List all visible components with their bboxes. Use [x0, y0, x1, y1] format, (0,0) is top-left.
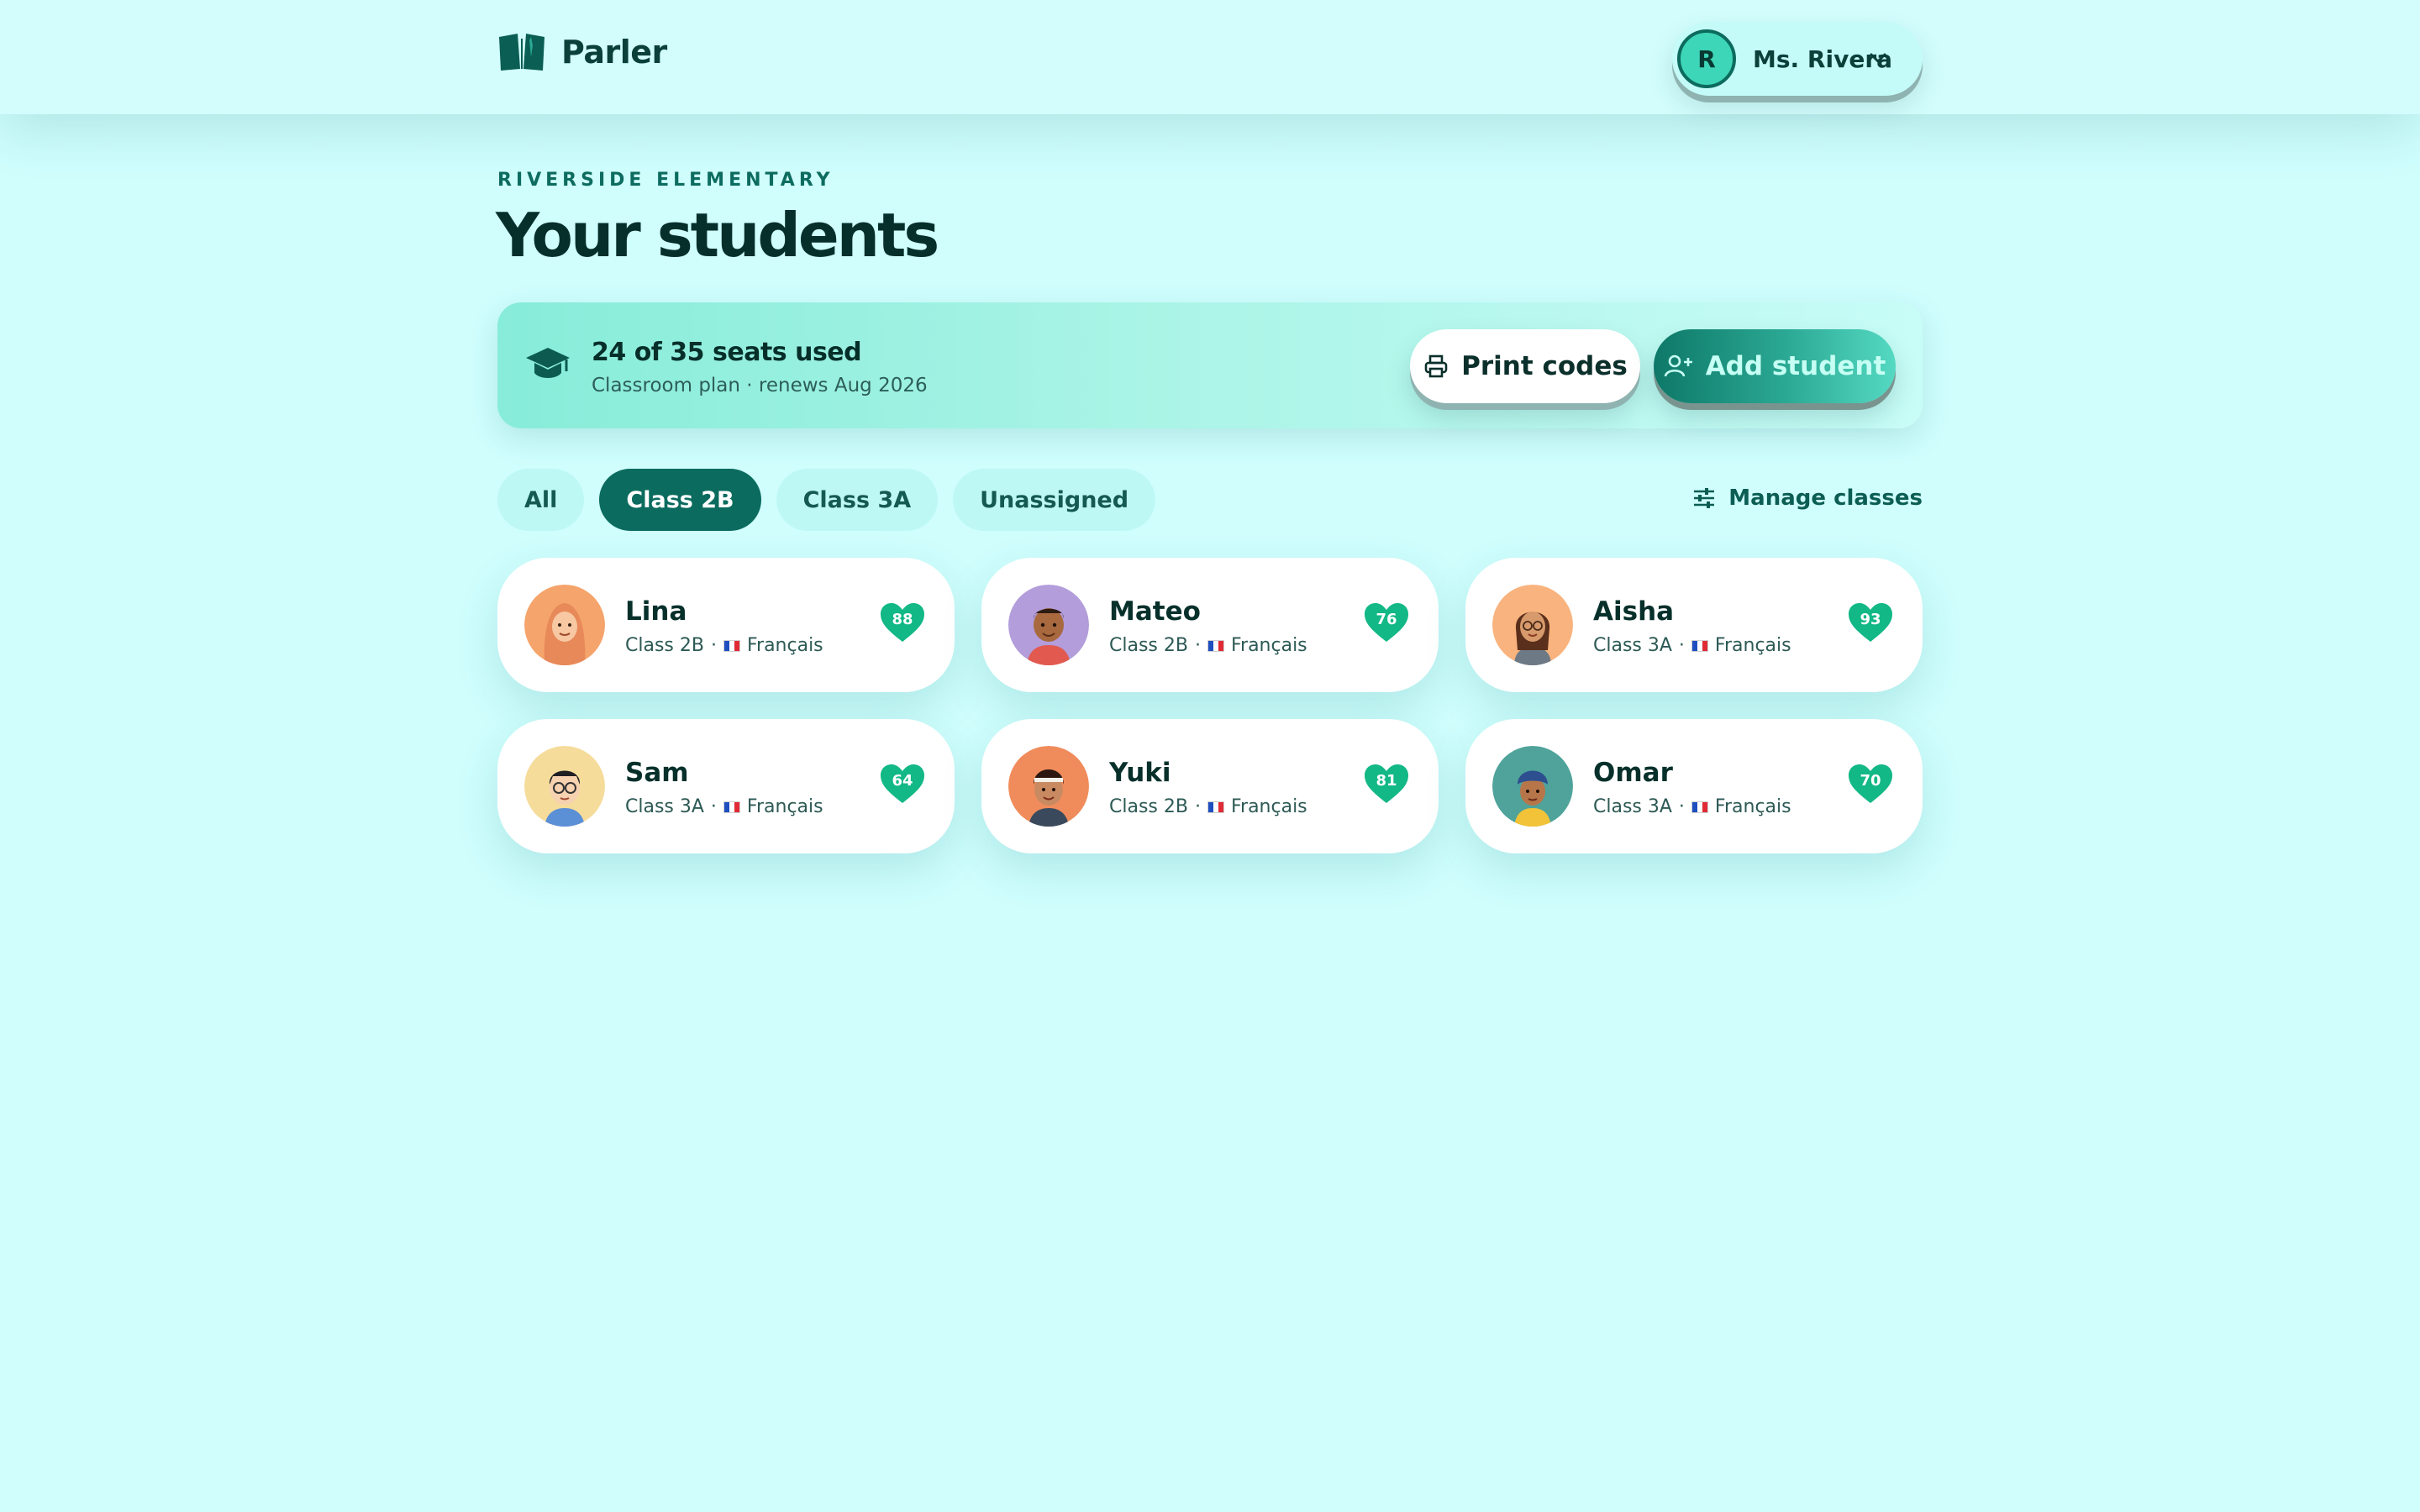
user-menu-button[interactable]: R Ms. Rivera [1672, 22, 1923, 96]
add-student-label: Add student [1705, 351, 1886, 381]
student-avatar [1492, 746, 1573, 827]
student-language: Français [746, 635, 823, 656]
score-heart-icon: 88 [879, 600, 926, 647]
student-score: 76 [1376, 611, 1397, 628]
page-title: Your students [496, 200, 939, 270]
student-name: Yuki [1109, 758, 1171, 788]
student-language: Français [1230, 635, 1307, 656]
student-class: Class 2B [1109, 796, 1188, 817]
brand[interactable]: Parler [497, 32, 667, 72]
student-avatar [1008, 746, 1089, 827]
student-name: Mateo [1109, 596, 1201, 627]
chevron-down-icon [1870, 53, 1886, 63]
sliders-icon [1694, 488, 1715, 508]
school-name: RIVERSIDE ELEMENTARY [497, 170, 834, 191]
student-language: Français [746, 796, 823, 817]
tab-unassigned[interactable]: Unassigned [953, 469, 1156, 531]
print-codes-button[interactable]: Print codes [1410, 329, 1640, 403]
student-meta: Class 2B · Français [625, 635, 823, 656]
student-avatar [524, 585, 605, 665]
student-avatar [1008, 585, 1089, 665]
tab-class-3a[interactable]: Class 3A [776, 469, 939, 531]
print-codes-label: Print codes [1461, 351, 1628, 381]
french-flag-icon [1691, 801, 1708, 813]
graduation-cap-icon [526, 348, 570, 378]
score-heart-icon: 76 [1363, 600, 1410, 647]
student-score: 70 [1860, 772, 1881, 790]
student-meta: Class 3A · Français [1593, 635, 1791, 656]
french-flag-icon [1691, 639, 1708, 652]
score-heart-icon: 93 [1847, 600, 1894, 647]
student-score: 93 [1860, 611, 1881, 628]
student-name: Omar [1593, 758, 1673, 788]
student-card[interactable]: Omar Class 3A · Français 70 [1465, 719, 1923, 853]
tab-class-2b[interactable]: Class 2B [599, 469, 761, 531]
student-card[interactable]: Aisha Class 3A · Français 93 [1465, 558, 1923, 692]
student-class: Class 2B [1109, 635, 1188, 656]
student-card[interactable]: Yuki Class 2B · Français 81 [981, 719, 1439, 853]
student-name: Lina [625, 596, 687, 627]
student-language: Français [1714, 796, 1791, 817]
score-heart-icon: 81 [1363, 761, 1410, 808]
student-language: Français [1230, 796, 1307, 817]
top-bar: Parler R Ms. Rivera [0, 0, 2420, 114]
student-name: Aisha [1593, 596, 1675, 627]
printer-icon [1424, 354, 1448, 378]
french-flag-icon [723, 801, 740, 813]
french-flag-icon [1207, 639, 1224, 652]
student-class: Class 2B [625, 635, 704, 656]
manage-classes-button[interactable]: Manage classes [1691, 486, 1923, 511]
student-class: Class 3A [625, 796, 704, 817]
student-meta: Class 2B · Français [1109, 796, 1307, 817]
student-card[interactable]: Lina Class 2B · Français 88 [497, 558, 955, 692]
manage-classes-label: Manage classes [1728, 486, 1923, 511]
tab-all[interactable]: All [497, 469, 585, 531]
student-avatar [524, 746, 605, 827]
student-class: Class 3A [1593, 635, 1672, 656]
score-heart-icon: 64 [879, 761, 926, 808]
add-user-icon [1664, 354, 1692, 377]
student-meta: Class 2B · Français [1109, 635, 1307, 656]
french-flag-icon [1207, 801, 1224, 813]
student-score: 81 [1376, 772, 1397, 790]
student-card[interactable]: Mateo Class 2B · Français 76 [981, 558, 1439, 692]
student-score: 64 [892, 772, 913, 790]
user-avatar: R [1677, 29, 1736, 88]
student-meta: Class 3A · Français [1593, 796, 1791, 817]
brand-name: Parler [561, 34, 667, 71]
class-filter-tabs: All Class 2B Class 3A Unassigned [497, 469, 1156, 531]
plan-renewal-label: Classroom plan · renews Aug 2026 [592, 375, 928, 396]
student-card[interactable]: Sam Class 3A · Français 64 [497, 719, 955, 853]
student-avatar [1492, 585, 1573, 665]
seats-used-label: 24 of 35 seats used [592, 338, 862, 367]
student-score: 88 [892, 611, 913, 628]
seats-banner: 24 of 35 seats used Classroom plan · ren… [497, 302, 1923, 428]
student-name: Sam [625, 758, 689, 788]
student-language: Français [1714, 635, 1791, 656]
student-class: Class 3A [1593, 796, 1672, 817]
student-grid: Lina Class 2B · Français 88 Mateo Class 2… [497, 558, 1923, 853]
add-student-button[interactable]: Add student [1654, 329, 1896, 403]
french-flag-icon [723, 639, 740, 652]
student-meta: Class 3A · Français [625, 796, 823, 817]
open-book-logo-icon [499, 34, 544, 71]
score-heart-icon: 70 [1847, 761, 1894, 808]
